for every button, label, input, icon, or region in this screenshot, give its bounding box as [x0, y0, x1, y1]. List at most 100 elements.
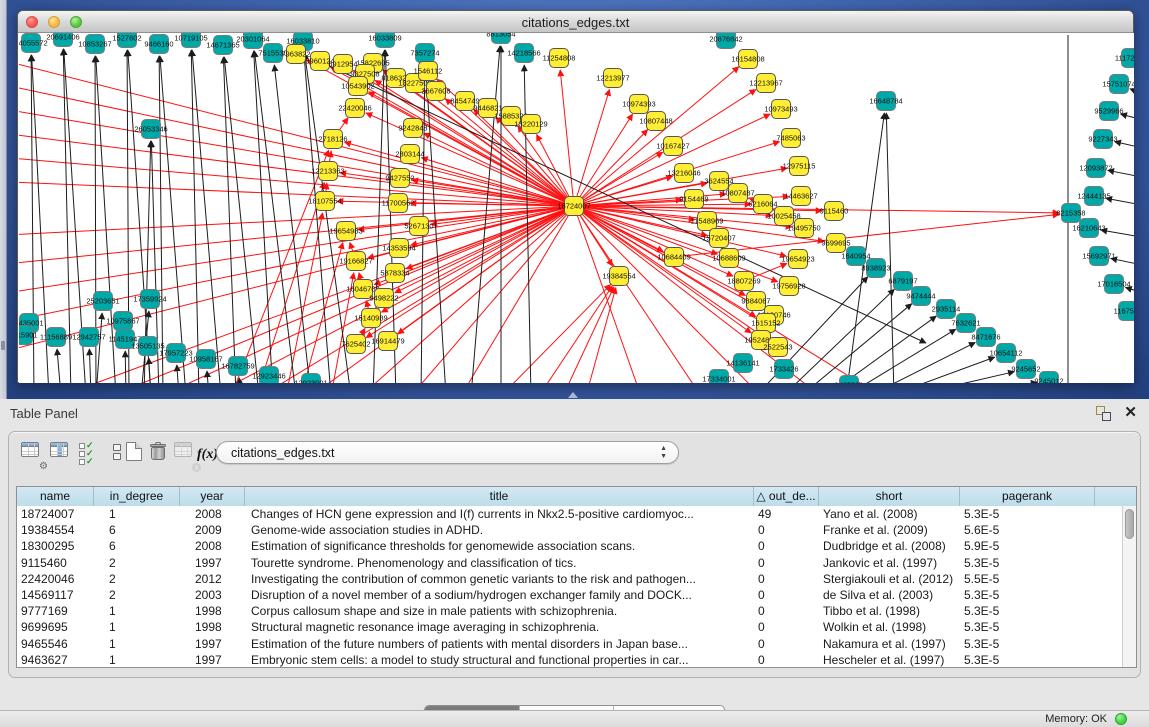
table-row[interactable]: 946362711997Embryonic stem cells: a mode…: [17, 652, 1136, 668]
teal-node[interactable]: 15692971: [1082, 247, 1115, 266]
black-edge[interactable]: [192, 50, 221, 383]
cell[interactable]: Structural magnetic resonance image aver…: [245, 619, 754, 635]
cell[interactable]: 0: [754, 652, 819, 668]
teal-node[interactable]: 16033809: [368, 33, 401, 48]
cell[interactable]: 5.3E-5: [960, 636, 1095, 652]
yellow-node[interactable]: 15720407: [702, 229, 735, 248]
yellow-node[interactable]: 19384554: [602, 267, 635, 286]
yellow-node[interactable]: 12213363: [311, 162, 344, 181]
yellow-node[interactable]: 10684409: [657, 248, 690, 267]
teal-node[interactable]: 8813054: [486, 33, 515, 44]
table-rows[interactable]: 1872400712008Changes of HCN gene express…: [17, 506, 1136, 668]
left-pane-divider[interactable]: [0, 0, 7, 399]
cell[interactable]: 1998: [180, 619, 245, 635]
cell[interactable]: 2: [94, 587, 180, 603]
yellow-node[interactable]: 2718126: [318, 130, 347, 149]
teal-node[interactable]: 20691406: [46, 33, 79, 47]
black-edge[interactable]: [801, 304, 912, 383]
yellow-node[interactable]: 22420046: [338, 99, 371, 118]
black-edge[interactable]: [159, 56, 163, 383]
cell[interactable]: 2009: [180, 522, 245, 538]
cell[interactable]: Yano et al. (2008): [819, 506, 960, 522]
yellow-node[interactable]: 10973493: [764, 100, 797, 119]
yellow-node[interactable]: 19654923: [781, 250, 814, 269]
teal-node[interactable]: 1167533: [1114, 302, 1134, 321]
cell[interactable]: 6: [94, 538, 180, 554]
close-panel-icon[interactable]: ✕: [1124, 404, 1137, 421]
yellow-node[interactable]: 11548969: [691, 212, 724, 231]
cell[interactable]: Investigating the contribution of common…: [245, 571, 754, 587]
delete-column-button[interactable]: [150, 442, 174, 468]
column-header-short[interactable]: short: [819, 487, 960, 506]
yellow-node[interactable]: 18807269: [727, 272, 760, 291]
yellow-node[interactable]: 13216046: [667, 164, 700, 183]
black-edge[interactable]: [160, 56, 186, 383]
black-edge[interactable]: [89, 349, 91, 383]
teal-node[interactable]: 9529966: [1094, 102, 1123, 121]
table-row[interactable]: 1456911722003Disruption of a novel membe…: [17, 587, 1136, 603]
window-titlebar[interactable]: citations_edges.txt: [18, 11, 1133, 33]
cell[interactable]: 49: [754, 506, 819, 522]
cell[interactable]: 5.5E-5: [960, 571, 1095, 587]
teal-node[interactable]: 16782759: [221, 357, 254, 376]
black-edge[interactable]: [909, 372, 1014, 383]
cell[interactable]: 9699695: [17, 619, 94, 635]
row-selection-button[interactable]: ✓ ✓ ✓: [79, 441, 103, 467]
teal-node[interactable]: 12923001: [294, 374, 327, 384]
red-edge[interactable]: [574, 89, 610, 206]
black-edge[interactable]: [846, 329, 956, 383]
cell[interactable]: 5.6E-5: [960, 522, 1095, 538]
column-header-title[interactable]: title: [245, 487, 754, 506]
yellow-node[interactable]: 14353594: [382, 239, 415, 258]
cell[interactable]: Dudbridge et al. (2008): [819, 538, 960, 554]
teal-node[interactable]: 17334001: [702, 370, 735, 384]
yellow-node[interactable]: 5878334: [380, 264, 409, 283]
teal-node[interactable]: 10654112: [990, 344, 1023, 363]
table-options-button[interactable]: ⚙: [21, 442, 45, 468]
teal-node[interactable]: 14218566: [507, 44, 540, 63]
cell[interactable]: Hescheler et al. (1997): [819, 652, 960, 668]
teal-node[interactable]: 12444135: [1077, 187, 1110, 206]
cell[interactable]: 1: [94, 636, 180, 652]
column-header-name[interactable]: name: [17, 487, 94, 506]
cell[interactable]: 1997: [180, 555, 245, 571]
cell[interactable]: 9465546: [17, 636, 94, 652]
divider-grip-icon[interactable]: [1, 341, 5, 350]
cell[interactable]: 0: [754, 603, 819, 619]
cell[interactable]: 0: [754, 555, 819, 571]
table-selector-dropdown[interactable]: citations_edges.txt ▲▼: [216, 441, 679, 464]
cell[interactable]: 0: [754, 636, 819, 652]
black-edge[interactable]: [207, 371, 209, 383]
teal-node[interactable]: 15751074: [1102, 75, 1134, 94]
teal-node[interactable]: 17016504: [1097, 275, 1130, 294]
cell[interactable]: Stergiakouli et al. (2012): [819, 571, 960, 587]
red-edge[interactable]: [19, 56, 574, 206]
yellow-node[interactable]: 5267130: [404, 217, 433, 236]
cell[interactable]: 9115460: [17, 555, 94, 571]
black-edge[interactable]: [826, 316, 936, 383]
cell[interactable]: Embryonic stem cells: a model to study s…: [245, 652, 754, 668]
cell[interactable]: 1998: [180, 603, 245, 619]
black-edge[interactable]: [177, 365, 179, 383]
black-edge[interactable]: [254, 51, 296, 383]
cell[interactable]: Wolkin et al. (1998): [819, 619, 960, 635]
scrollbar-thumb[interactable]: [1125, 509, 1134, 539]
yellow-node[interactable]: 16154808: [731, 50, 764, 69]
cell[interactable]: Jankovic et al. (1997): [819, 555, 960, 571]
table-scrollbar[interactable]: [1122, 506, 1136, 667]
cell[interactable]: 2003: [180, 587, 245, 603]
create-column-button[interactable]: [126, 442, 150, 468]
black-edge[interactable]: [96, 313, 102, 383]
cell[interactable]: Genome-wide association studies in ADHD.: [245, 522, 754, 538]
column-header-out_de[interactable]: △ out_de...: [754, 487, 819, 506]
float-panel-icon[interactable]: [1096, 406, 1111, 421]
cell[interactable]: 0: [754, 571, 819, 587]
yellow-node[interactable]: 12213977: [596, 69, 629, 88]
red-edge[interactable]: [19, 206, 574, 296]
cell[interactable]: Corpus callosum shape and size in male p…: [245, 603, 754, 619]
teal-node[interactable]: 20876842: [709, 33, 742, 49]
cell[interactable]: 5.3E-5: [960, 587, 1095, 603]
column-header-pagerank[interactable]: pagerank: [960, 487, 1095, 506]
cell[interactable]: 19384554: [17, 522, 94, 538]
teal-node[interactable]: 12093872: [1079, 159, 1112, 178]
